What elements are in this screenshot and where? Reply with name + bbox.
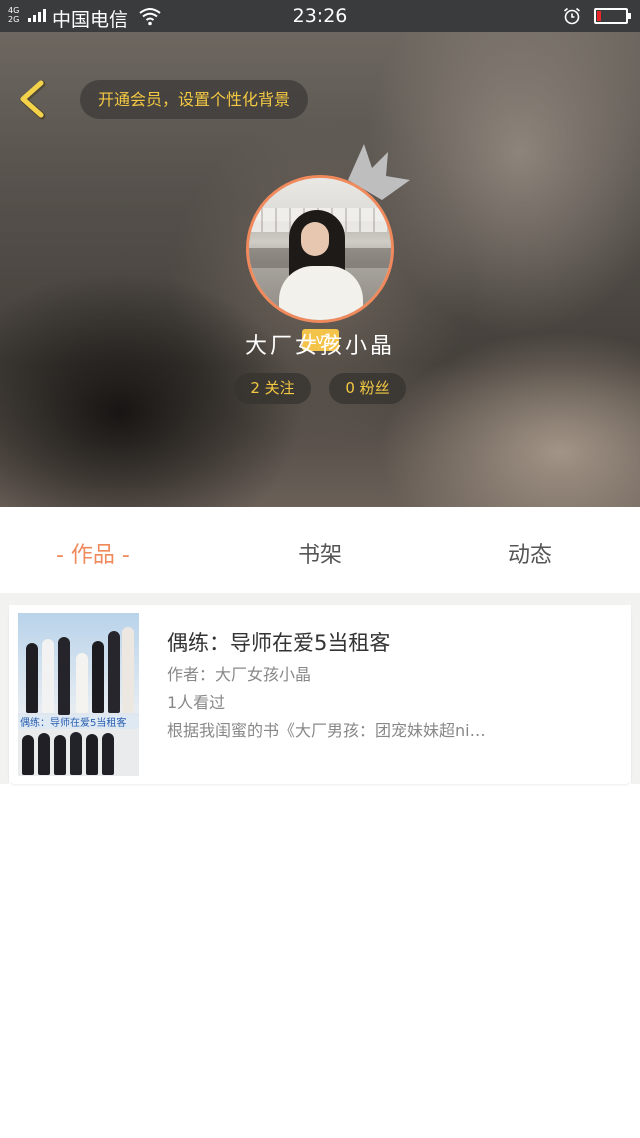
tab-works[interactable]: - 作品 - [56,537,130,569]
alarm-icon [563,7,581,25]
list-gutter-right [631,593,640,784]
book-title: 偶练：导师在爱5当租客 [167,631,391,655]
back-button[interactable] [14,78,54,122]
fans-label: 粉丝 [359,379,390,397]
book-card[interactable]: 偶练：导师在爱5当租客 偶练：导师在爱5当租客 作者：大厂女孩小晶 1人看过 根… [9,605,631,784]
tab-activity[interactable]: 动态 [508,537,552,569]
cover-title: 偶练：导师在爱5当租客 [20,718,127,729]
section-divider [0,593,640,605]
battery-icon [594,8,631,24]
vip-background-button[interactable]: 开通会员，设置个性化背景 [80,80,309,119]
book-view-count: 1人看过 [167,693,226,712]
battery-level [597,11,601,21]
tab-bookshelf[interactable]: 书架 [298,537,342,569]
profile-header: 开通会员，设置个性化背景 Lv1 大厂女孩小晶 2 关注 0 粉丝 [0,32,640,507]
book-author: 作者：大厂女孩小晶 [167,665,312,684]
clock: 23:26 [292,5,348,27]
following-count: 2 [250,379,260,397]
status-bar: 4G 2G 中国电信 23:26 [0,0,640,32]
fans-count: 0 [345,379,355,397]
profile-tabs: - 作品 - 书架 动态 [0,507,640,593]
fans-button[interactable]: 0 粉丝 [329,373,406,404]
book-cover: 偶练：导师在爱5当租客 [18,613,139,776]
following-button[interactable]: 2 关注 [234,373,311,404]
following-label: 关注 [264,379,295,397]
list-gutter-left [0,593,9,784]
avatar[interactable] [246,175,394,323]
book-description: 根据我闺蜜的书《大厂男孩：团宠妹妹超ni… [167,721,486,740]
username: 大厂女孩小晶 [244,334,395,359]
